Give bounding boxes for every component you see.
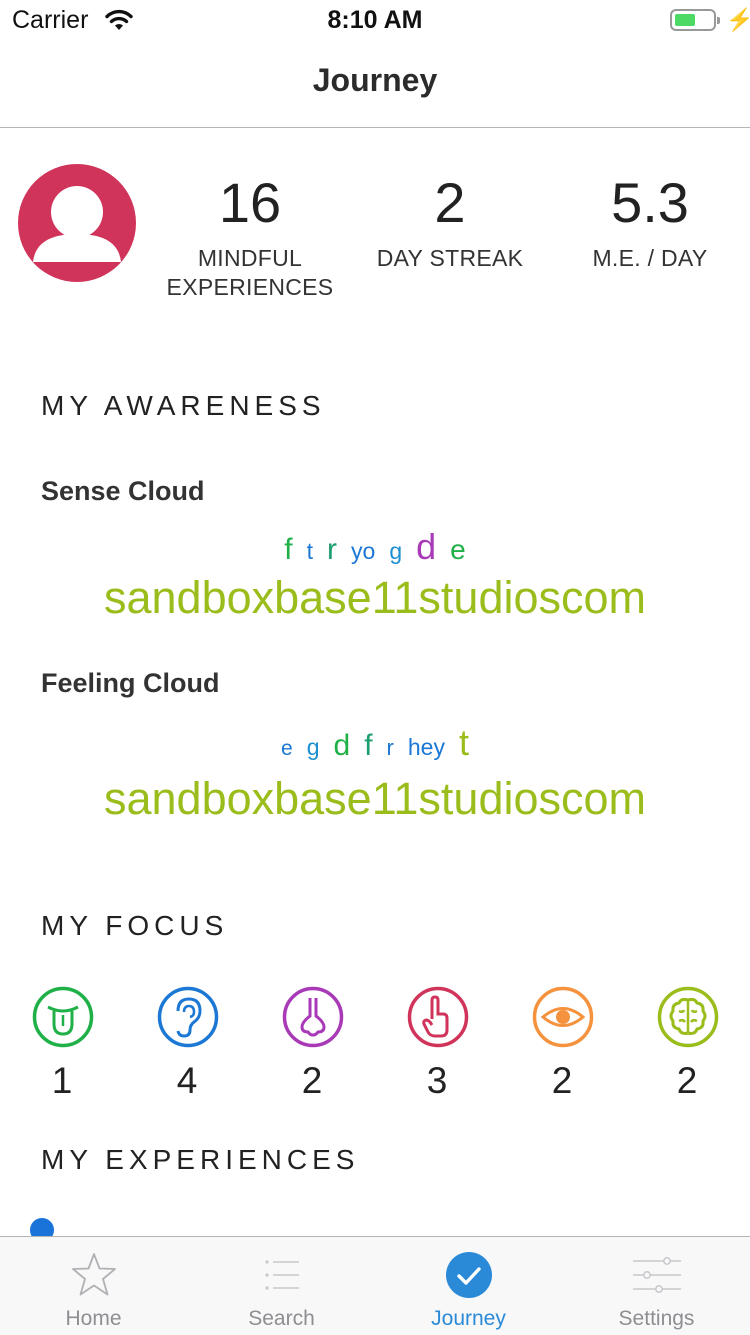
feeling-cloud-main-word: sandboxbase11studioscom [103, 773, 647, 824]
eye-icon[interactable] [532, 986, 594, 1048]
cloud-word: d [333, 729, 351, 762]
cloud-word: e [450, 534, 466, 565]
touch-hand-icon[interactable] [407, 986, 469, 1048]
list-icon [264, 1260, 299, 1290]
brain-count: 2 [676, 1060, 698, 1101]
cloud-word: d [416, 526, 437, 567]
ear-icon[interactable] [157, 986, 219, 1048]
nose-count: 2 [301, 1060, 323, 1101]
cloud-word: f [284, 533, 293, 566]
cloud-word: g [306, 734, 320, 760]
experiences-section-title: MY EXPERIENCES [41, 1144, 360, 1175]
charging-bolt-icon: ⚡ [726, 7, 750, 32]
user-silhouette-icon [33, 186, 121, 262]
tab-settings-label: Settings [618, 1307, 695, 1330]
status-bar: Carrier 8:10 AM ⚡ [0, 0, 750, 40]
cloud-word: hey [407, 734, 445, 760]
awareness-section-title: MY AWARENESS [41, 390, 326, 421]
check-circle-icon [445, 1252, 492, 1298]
cloud-word: yo [351, 538, 376, 564]
tongue-icon[interactable] [32, 986, 94, 1048]
star-icon [71, 1253, 116, 1296]
sense-cloud-words: f t r yo g d e [0, 526, 750, 568]
sense-cloud-title: Sense Cloud [41, 476, 205, 506]
me-per-day-label: M.E. / DAY [592, 245, 708, 271]
focus-section-title: MY FOCUS [41, 910, 229, 941]
tab-journey[interactable]: Journey [375, 1237, 562, 1335]
clock: 8:10 AM [327, 6, 423, 34]
tab-home-label: Home [65, 1307, 122, 1330]
tongue-count: 1 [51, 1060, 73, 1101]
cloud-word: f [364, 729, 373, 762]
eye-count: 2 [551, 1060, 573, 1101]
tab-search[interactable]: Search [188, 1237, 375, 1335]
cloud-word: r [327, 533, 338, 566]
brain-icon[interactable] [657, 986, 719, 1048]
sliders-icon [632, 1257, 681, 1293]
cloud-word: g [389, 538, 403, 564]
cloud-word: e [281, 737, 293, 760]
nose-icon[interactable] [282, 986, 344, 1048]
day-streak-count: 2 [434, 171, 466, 234]
battery-icon [670, 9, 720, 31]
avatar[interactable] [18, 164, 136, 282]
page-title: Journey [312, 62, 438, 98]
nav-divider [0, 127, 750, 128]
tab-home[interactable]: Home [0, 1237, 187, 1335]
tab-journey-label: Journey [431, 1307, 506, 1330]
cloud-word: t [306, 538, 314, 564]
me-per-day-count: 5.3 [611, 171, 689, 234]
cloud-word: r [386, 735, 394, 760]
ear-count: 4 [176, 1060, 198, 1101]
touch-count: 3 [426, 1060, 448, 1101]
feeling-cloud-words: e g d f r hey t [0, 722, 750, 764]
day-streak-label: DAY STREAK [376, 245, 524, 271]
mindful-experiences-count: 16 [218, 171, 282, 234]
sense-cloud-main-word: sandboxbase11studioscom [103, 572, 647, 623]
mindful-experiences-label: MINDFUL EXPERIENCES [166, 245, 334, 300]
tab-settings[interactable]: Settings [563, 1237, 750, 1335]
cloud-word: t [458, 722, 469, 763]
tab-bar: Home Search Journey Settings [0, 1236, 750, 1335]
feeling-cloud-title: Feeling Cloud [41, 668, 220, 698]
tab-search-label: Search [248, 1307, 315, 1330]
